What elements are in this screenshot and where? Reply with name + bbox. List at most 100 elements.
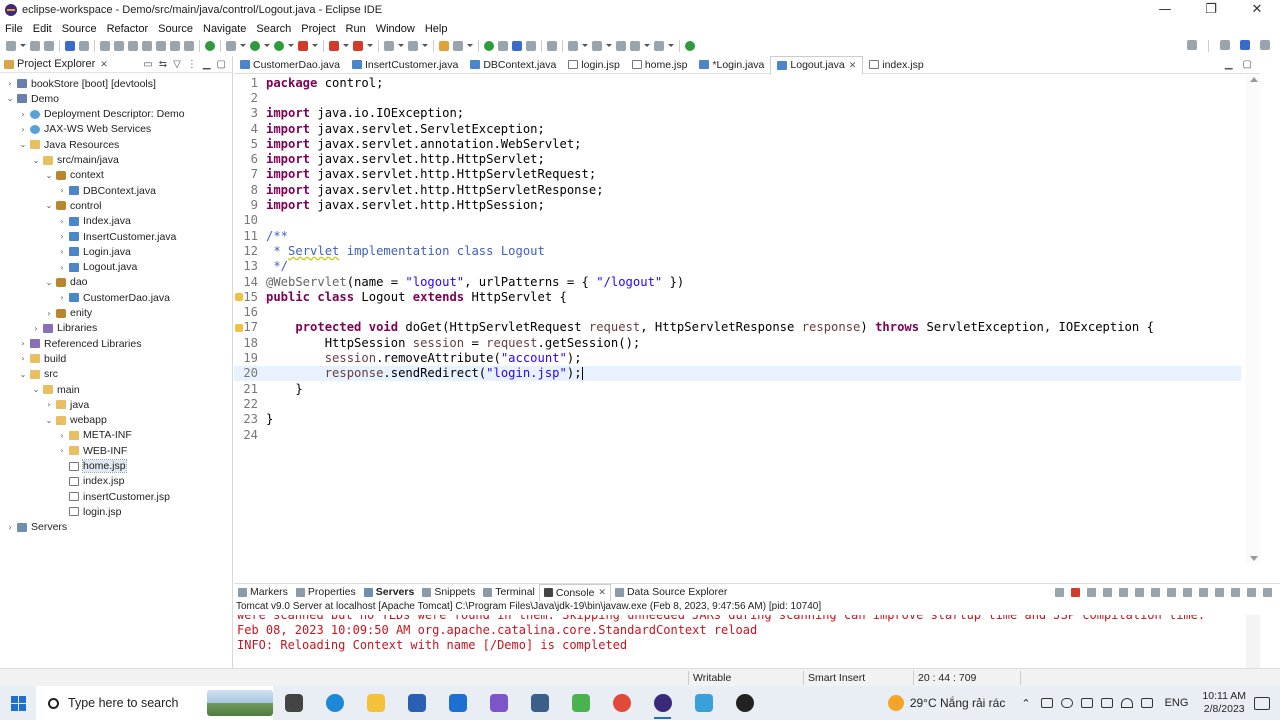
code-line[interactable]: 1 package control; <box>234 75 1241 90</box>
tab-servers[interactable]: Servers <box>360 584 419 601</box>
chevron-right-icon[interactable]: › <box>58 247 66 256</box>
view-menu-icon[interactable]: ⋮ <box>187 59 197 70</box>
tree-item-customerdao-java[interactable]: › CustomerDao.java <box>58 290 170 305</box>
tree-item-bookstore-boot-devtools[interactable]: › bookStore [boot] [devtools] <box>6 76 156 91</box>
tab-properties[interactable]: Properties <box>292 584 360 601</box>
code-line[interactable]: 4 import javax.servlet.ServletException; <box>234 121 1241 136</box>
disconnect-icon[interactable] <box>142 41 152 51</box>
maximize-view-icon[interactable] <box>1263 587 1272 597</box>
chevron-right-icon[interactable]: › <box>58 446 66 455</box>
previous-annotation-icon[interactable] <box>592 41 602 51</box>
clear-console-icon[interactable] <box>1119 587 1128 597</box>
tree-item-libraries[interactable]: › Libraries <box>32 321 97 336</box>
taskbar-task-view[interactable] <box>273 686 314 720</box>
debug-icon[interactable] <box>226 41 236 51</box>
tree-item-index-jsp[interactable]: index.jsp <box>58 474 124 489</box>
next-annotation-icon[interactable] <box>568 41 578 51</box>
chevron-right-icon[interactable]: › <box>58 232 66 241</box>
code-line[interactable]: 15 public class Logout extends HttpServle… <box>234 289 1241 304</box>
tab-terminal[interactable]: Terminal <box>479 584 539 601</box>
open-task-icon[interactable] <box>453 41 463 51</box>
mark-occurrences-icon[interactable] <box>484 41 494 51</box>
chevron-right-icon[interactable]: › <box>58 217 66 226</box>
chevron-down-icon[interactable]: ⌄ <box>45 278 53 287</box>
menu-refactor[interactable]: Refactor <box>102 23 154 35</box>
close-button[interactable]: ✕ <box>1234 0 1280 20</box>
remove-launch-icon[interactable] <box>1087 587 1096 597</box>
tree-item-home-jsp[interactable]: home.jsp <box>58 459 127 474</box>
taskbar-chrome[interactable] <box>601 686 642 720</box>
tree-item-login-jsp[interactable]: login.jsp <box>58 504 122 519</box>
tree-item-web-inf[interactable]: › WEB-INF <box>58 443 127 458</box>
chevron-right-icon[interactable]: › <box>19 354 27 363</box>
chevron-down-icon[interactable] <box>422 43 428 49</box>
tree-item-deployment-descriptor-demo[interactable]: › Deployment Descriptor: Demo <box>19 107 184 122</box>
taskbar-mail[interactable] <box>437 686 478 720</box>
battery-icon[interactable] <box>1040 698 1053 708</box>
tree-item-jax-ws-web-services[interactable]: › JAX-WS Web Services <box>19 122 151 137</box>
show-on-output-icon[interactable] <box>1167 587 1176 597</box>
tree-item-login-java[interactable]: › Login.java <box>58 244 130 259</box>
code-line[interactable]: 12 * Servlet implementation class Logout <box>234 243 1241 258</box>
word-wrap-icon[interactable] <box>1151 587 1160 597</box>
code-line[interactable]: 6 import javax.servlet.http.HttpServlet; <box>234 152 1241 167</box>
notification-icon[interactable] <box>1254 696 1270 710</box>
show-whitespace-icon[interactable] <box>526 41 536 51</box>
tree-item-dbcontext-java[interactable]: › DBContext.java <box>58 183 156 198</box>
last-edit-icon[interactable] <box>616 41 626 51</box>
toggle-block-icon[interactable] <box>498 41 508 51</box>
maximize-button[interactable]: ❐ <box>1188 0 1234 20</box>
tree-item-java-resources[interactable]: ⌄ Java Resources <box>19 137 120 152</box>
tree-item-webapp[interactable]: ⌄ webapp <box>45 413 107 428</box>
save-all-icon[interactable] <box>44 41 54 51</box>
search-icon[interactable] <box>1187 40 1197 50</box>
console-scrollbar[interactable] <box>1246 615 1260 668</box>
chevron-down-icon[interactable] <box>398 43 404 49</box>
clock[interactable]: 10:11 AM 2/8/2023 <box>1202 690 1246 716</box>
editor-tab-login-java[interactable]: *Login.java <box>693 56 770 74</box>
chevron-down-icon[interactable] <box>606 43 612 49</box>
external-tools-icon[interactable] <box>298 41 308 51</box>
taskbar-obs[interactable] <box>724 686 765 720</box>
chevron-down-icon[interactable] <box>264 43 270 49</box>
new-icon[interactable] <box>6 41 16 51</box>
code-line[interactable]: 19 session.removeAttribute("account"); <box>234 350 1241 365</box>
scroll-lock-icon[interactable] <box>1135 587 1144 597</box>
language-indicator[interactable]: ENG <box>1165 697 1189 709</box>
minimize-button[interactable]: — <box>1142 0 1188 20</box>
save-icon[interactable] <box>30 41 40 51</box>
annotation-icon[interactable] <box>547 41 557 51</box>
menu-edit[interactable]: Edit <box>28 23 57 35</box>
code-line[interactable]: 3 import java.io.IOException; <box>234 106 1241 121</box>
tree-item-meta-inf[interactable]: › META-INF <box>58 428 131 443</box>
step-return-icon[interactable] <box>184 41 194 51</box>
menu-project[interactable]: Project <box>296 23 340 35</box>
chevron-down-icon[interactable] <box>240 43 246 49</box>
tree-item-servers[interactable]: › Servers <box>6 520 67 535</box>
terminate-icon[interactable] <box>128 41 138 51</box>
code-line[interactable]: 13 */ <box>234 259 1241 274</box>
tree-item-insertcustomer-java[interactable]: › InsertCustomer.java <box>58 229 176 244</box>
tree-item-context[interactable]: ⌄ context <box>45 168 104 183</box>
code-line[interactable]: 9 import javax.servlet.http.HttpSession; <box>234 197 1241 212</box>
code-line[interactable]: 22 <box>234 396 1241 411</box>
tree-item-referenced-libraries[interactable]: › Referenced Libraries <box>19 336 141 351</box>
code-line[interactable]: 7 import javax.servlet.http.HttpServletRe… <box>234 167 1241 182</box>
power-icon[interactable] <box>1100 698 1113 708</box>
code-line[interactable]: 21 } <box>234 381 1241 396</box>
editor-tab-login-jsp[interactable]: login.jsp <box>562 56 626 74</box>
run-icon[interactable] <box>250 41 260 51</box>
code-line[interactable]: 18 HttpSession session = request.getSess… <box>234 335 1241 350</box>
editor-tab-index-jsp[interactable]: index.jsp <box>863 56 929 74</box>
maximize-view-icon[interactable]: ▢ <box>217 59 226 70</box>
code-line[interactable]: 11 /** <box>234 228 1241 243</box>
tree-item-logout-java[interactable]: › Logout.java <box>58 260 137 275</box>
step-over-icon[interactable] <box>170 41 180 51</box>
code-line[interactable]: 14 @WebServlet(name = "logout", urlPatter… <box>234 274 1241 289</box>
step-into-icon[interactable] <box>156 41 166 51</box>
cloud-icon[interactable] <box>1060 698 1073 708</box>
menu-file[interactable]: File <box>0 23 28 35</box>
chevron-down-icon[interactable] <box>582 43 588 49</box>
chevron-down-icon[interactable] <box>343 43 349 49</box>
open-perspective-icon[interactable] <box>1220 40 1230 50</box>
